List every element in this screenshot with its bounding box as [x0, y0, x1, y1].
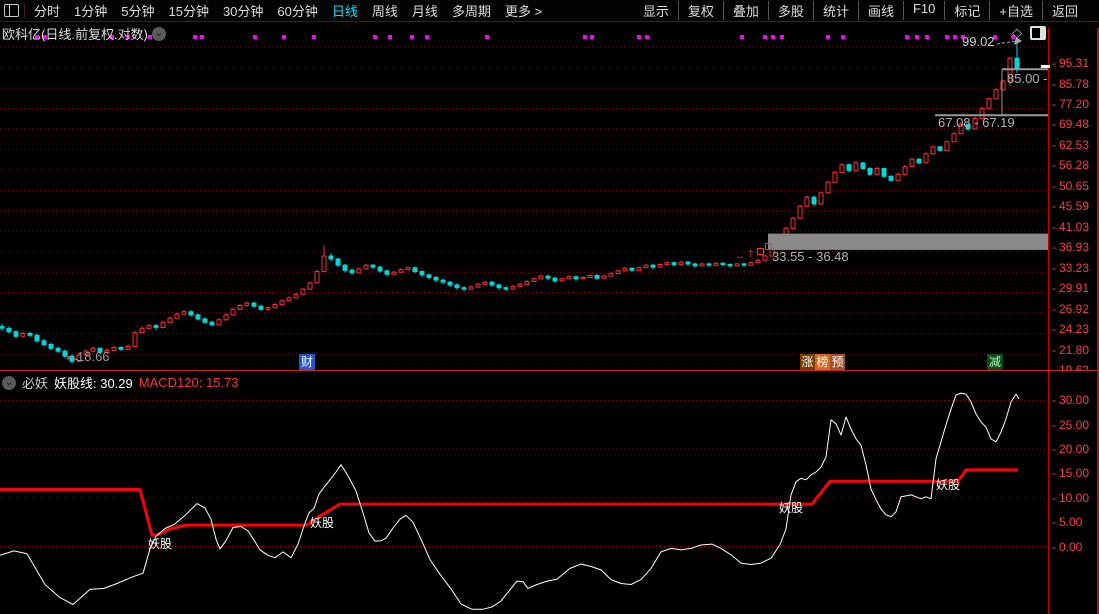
yaogu-signal-label: 妖股	[936, 478, 961, 492]
signal-dots-layer	[35, 35, 1015, 39]
price-tick-label: 50.65	[1052, 179, 1089, 193]
action-button-1[interactable]: 复权	[677, 1, 723, 20]
action-buttons: 显示 复权 叠加 多股 统计 画线 F10 标记 +自选 返回	[634, 1, 1087, 20]
yaogu-signal-label: 妖股	[779, 501, 804, 515]
window-layout-icon[interactable]	[1030, 26, 1046, 40]
yaogu-line-value: 妖股线: 30.29	[54, 376, 133, 391]
period-tab-5[interactable]: 60分钟	[270, 1, 324, 20]
action-button-7[interactable]: 标记	[944, 1, 989, 20]
box-range-label: 33.55 - 36.48	[772, 249, 849, 264]
series-妖股线	[0, 392, 1020, 610]
period-tab-0[interactable]: 分时	[27, 1, 67, 20]
action-button-0[interactable]: 显示	[634, 1, 678, 20]
price-tick-label: 45.59	[1052, 199, 1089, 213]
period-tab-3[interactable]: 15分钟	[161, 1, 215, 20]
price-tick-label: 62.53	[1052, 138, 1089, 152]
action-button-2[interactable]: 叠加	[722, 1, 768, 20]
price-tick-label: 85.78	[1052, 77, 1089, 91]
top-toolbar: 分时 1分钟 5分钟 15分钟 30分钟 60分钟 日线 周线 月线 多周期 更多 > 显示 复权 叠加…	[0, 0, 1099, 22]
chevron-down-icon[interactable]: ⌄	[2, 375, 16, 390]
action-button-9[interactable]: 返回	[1041, 1, 1087, 20]
indicator-tick-label: 0.00	[1052, 540, 1082, 554]
action-button-8[interactable]: +自选	[989, 1, 1042, 20]
action-button-4[interactable]: 统计	[812, 1, 858, 20]
indicator-name: 必妖	[22, 376, 49, 391]
price-tick-label: 77.20	[1052, 97, 1089, 111]
period-tab-6[interactable]: 日线	[325, 1, 365, 20]
indicator-header: ⌄ 必妖 妖股线: 30.29 MACD120: 15.73	[2, 373, 239, 392]
action-button-6[interactable]: F10	[902, 1, 944, 20]
finance-report-marker[interactable]: 财	[299, 354, 315, 370]
indicator-tick-label: 30.00	[1052, 393, 1089, 407]
indicator-chart[interactable]	[0, 371, 1048, 614]
arrows-draw-icon[interactable]: ↔	[735, 251, 745, 262]
period-tab-8[interactable]: 月线	[405, 1, 445, 20]
high-price-label: 99.02	[962, 34, 995, 49]
diamond-icon[interactable]: ◇	[1012, 25, 1022, 41]
trading-app-window: 分时 1分钟 5分钟 15分钟 30分钟 60分钟 日线 周线 月线 多周期 更多 > 显示 复权 叠加…	[0, 0, 1099, 614]
indicator-tick-label: 25.00	[1052, 418, 1089, 432]
toolbar-divider	[24, 3, 25, 18]
yaogu-signal-label: 妖股	[148, 537, 173, 551]
bang-marker[interactable]: 榜	[815, 354, 830, 370]
square-draw-icon[interactable]	[765, 243, 772, 250]
indicator-tick-label: 15.00	[1052, 466, 1089, 480]
price-axis: 95.31 85.78 77.20 69.48 62.53 56.28 50.65 45.59…	[1048, 28, 1099, 377]
yaogu-signal-label: 妖股	[310, 516, 335, 530]
layout-split-icon[interactable]	[4, 4, 19, 17]
series-MACD120	[0, 468, 1018, 537]
yu-marker[interactable]: 预	[830, 354, 845, 370]
period-tab-10[interactable]: 更多 >	[498, 1, 549, 20]
zhang-marker[interactable]: 涨	[800, 354, 815, 370]
chevron-down-icon[interactable]: ⌄	[151, 26, 166, 41]
price-tick-label: 33.23	[1052, 261, 1089, 275]
indicator-panel: ⌄ 必妖 妖股线: 30.29 MACD120: 15.73 30.00 25.0…	[0, 370, 1099, 614]
indicator-tick-label: 20.00	[1052, 442, 1089, 456]
main-chart-panel: 欧科亿(日线.前复权.对数) ⌄ ◇ 99.02 85.00 - 67.08 -…	[0, 22, 1099, 377]
reduction-marker[interactable]: 减	[987, 354, 1003, 370]
indicator-tick-label: 5.00	[1052, 515, 1082, 529]
price-tick-label: 29.91	[1052, 281, 1089, 295]
period-tab-7[interactable]: 周线	[365, 1, 405, 20]
price-tick-label: 36.93	[1052, 240, 1089, 254]
period-tab-2[interactable]: 5分钟	[114, 1, 161, 20]
macd120-value: MACD120: 15.73	[138, 375, 239, 390]
period-tab-9[interactable]: 多周期	[445, 1, 498, 20]
action-button-5[interactable]: 画线	[857, 1, 903, 20]
square-draw-icon[interactable]	[757, 248, 764, 255]
price-tick-label: 21.80	[1052, 343, 1089, 357]
price-tick-label: 56.28	[1052, 158, 1089, 172]
cross-draw-icon[interactable]: †	[748, 249, 754, 260]
candlestick-chart[interactable]	[0, 22, 1048, 370]
price-tick-label: 41.03	[1052, 220, 1089, 234]
price-tick-label: 95.31	[1052, 56, 1089, 70]
action-button-3[interactable]: 多股	[767, 1, 813, 20]
period-tab-4[interactable]: 30分钟	[216, 1, 270, 20]
indicator-tick-label: 10.00	[1052, 491, 1089, 505]
low-price-label: ←18.66	[64, 349, 110, 364]
price-box-33-36	[768, 233, 1048, 250]
chart-title: 欧科亿(日线.前复权.对数)	[2, 27, 148, 42]
price-tick-label: 24.23	[1052, 322, 1089, 336]
price-tick-label: 26.92	[1052, 302, 1089, 316]
chart-title-row: 欧科亿(日线.前复权.对数) ⌄	[2, 24, 166, 43]
range-67-label: 67.08 - 67.19	[938, 115, 1015, 130]
price-tick-label: 69.48	[1052, 117, 1089, 131]
current-price-dash	[1041, 65, 1050, 68]
period-tabs: 分时 1分钟 5分钟 15分钟 30分钟 60分钟 日线 周线 月线 多周期 更多 >	[27, 1, 549, 20]
level-85-label: 85.00 -	[1007, 71, 1048, 86]
period-tab-1[interactable]: 1分钟	[67, 1, 114, 20]
indicator-axis: 30.00 25.00 20.00 15.00 10.00 5.00 0.00	[1048, 371, 1099, 614]
left-arrow-icon: ←	[64, 349, 77, 364]
